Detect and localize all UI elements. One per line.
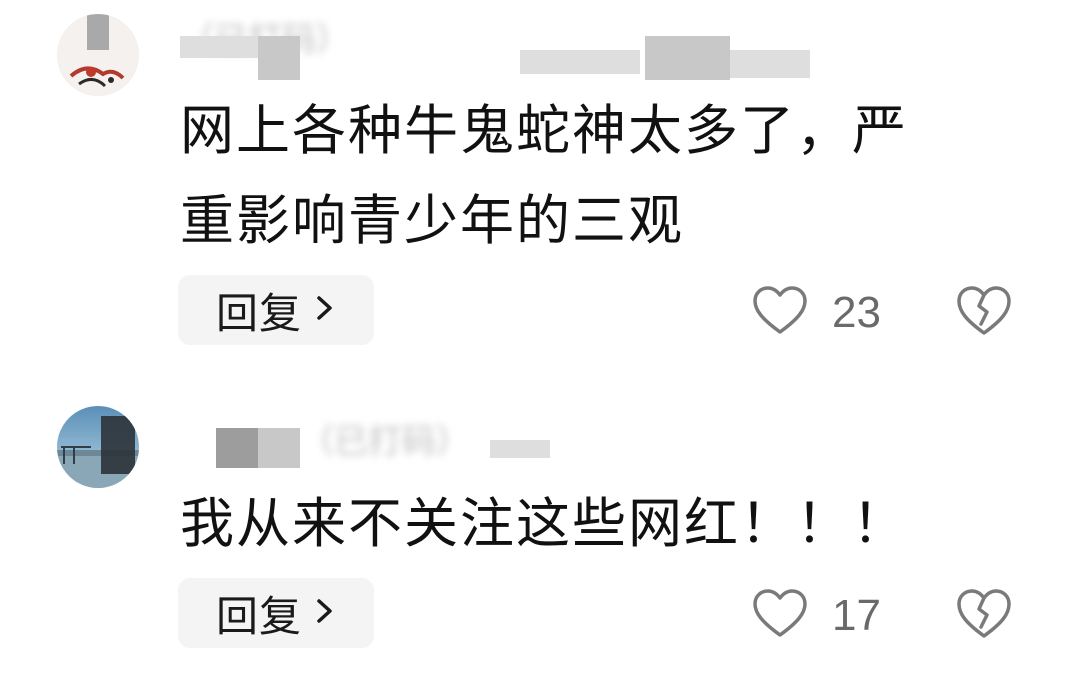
comment-item: （已打码） 我从来不关注这些网红！！！ 回复 17 bbox=[0, 360, 1080, 698]
privacy-mosaic bbox=[645, 36, 730, 80]
chevron-right-icon bbox=[314, 293, 336, 327]
reply-button[interactable]: 回复 bbox=[178, 578, 374, 648]
avatar[interactable] bbox=[57, 406, 139, 488]
reply-button[interactable]: 回复 bbox=[178, 275, 374, 345]
privacy-mosaic bbox=[730, 50, 810, 78]
like-group: 23 bbox=[752, 283, 881, 343]
chevron-right-icon bbox=[314, 596, 336, 630]
like-count: 17 bbox=[832, 591, 881, 640]
reply-label: 回复 bbox=[216, 591, 303, 641]
comment-text: 我从来不关注这些网红！！！ bbox=[180, 479, 1020, 569]
comment-text-line: 我从来不关注这些网红！！！ bbox=[180, 492, 908, 555]
avatar-seaside-photo-icon bbox=[57, 406, 139, 488]
reply-label: 回复 bbox=[216, 288, 303, 338]
avatar-illustration-icon bbox=[57, 14, 139, 96]
avatar[interactable] bbox=[57, 14, 139, 96]
comment-text-line: 重影响青少年的三观 bbox=[180, 189, 684, 252]
privacy-mosaic bbox=[180, 36, 260, 58]
broken-heart-icon[interactable] bbox=[955, 587, 1013, 645]
privacy-mosaic bbox=[216, 428, 258, 468]
privacy-mosaic bbox=[520, 50, 640, 74]
like-group: 17 bbox=[752, 586, 881, 646]
like-count: 23 bbox=[832, 288, 881, 337]
broken-heart-icon[interactable] bbox=[955, 284, 1013, 342]
comment-item: （已打码） 网上各种牛鬼蛇神太多了，严 重影响青少年的三观 回复 23 bbox=[0, 0, 1080, 360]
comment-text: 网上各种牛鬼蛇神太多了，严 重影响青少年的三观 bbox=[180, 86, 1020, 266]
comment-text-line: 网上各种牛鬼蛇神太多了，严 bbox=[180, 99, 908, 162]
heart-outline-icon[interactable] bbox=[752, 588, 808, 644]
privacy-mosaic bbox=[258, 36, 300, 80]
heart-outline-icon[interactable] bbox=[752, 285, 808, 341]
privacy-mosaic bbox=[258, 428, 300, 468]
author-meta-blurred: （已打码） bbox=[300, 422, 470, 462]
privacy-mosaic bbox=[490, 440, 550, 458]
